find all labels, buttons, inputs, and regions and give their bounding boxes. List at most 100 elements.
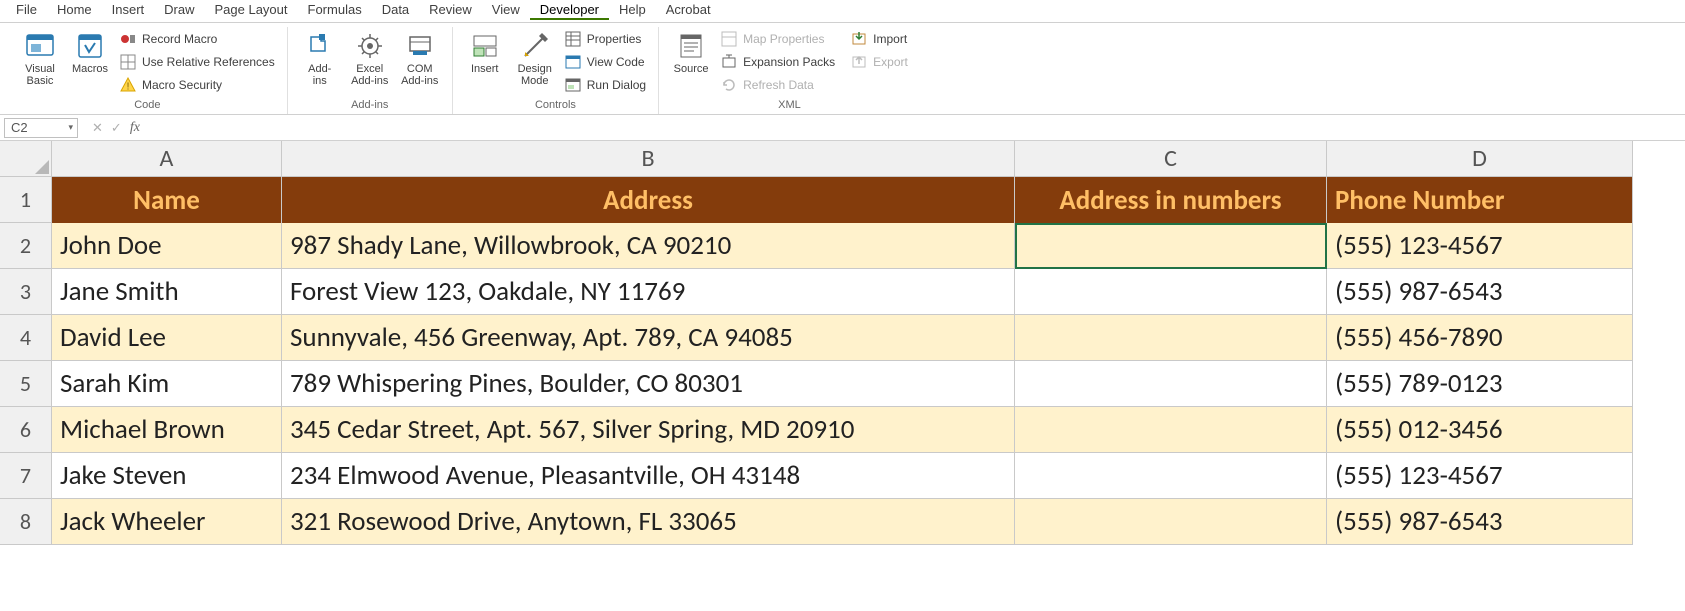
menu-help[interactable]: Help [609,0,656,20]
run-dialog-icon [565,77,581,93]
export-button[interactable]: Export [847,52,912,72]
row-header[interactable]: 1 [0,177,52,223]
cell[interactable] [1015,223,1327,269]
properties-icon [565,31,581,47]
fx-icon[interactable]: fx [130,120,140,136]
excel-addins-button[interactable]: ExcelAdd-ins [346,27,394,95]
macro-security-button[interactable]: ! Macro Security [116,75,279,95]
menu-page-layout[interactable]: Page Layout [205,0,298,20]
map-properties-label: Map Properties [743,32,824,46]
view-code-button[interactable]: View Code [561,52,650,72]
cell[interactable]: Jack Wheeler [52,499,282,545]
record-macro-button[interactable]: Record Macro [116,29,279,49]
group-caption-code: Code [16,98,279,114]
cell[interactable] [1015,315,1327,361]
cell[interactable]: Michael Brown [52,407,282,453]
com-addins-button[interactable]: COMAdd-ins [396,27,444,95]
row-header[interactable]: 2 [0,223,52,269]
cell[interactable]: Address in numbers [1015,177,1327,223]
cell[interactable]: Jake Steven [52,453,282,499]
cell[interactable]: (555) 789-0123 [1327,361,1633,407]
run-dialog-label: Run Dialog [587,78,646,92]
svg-text:!: ! [127,82,130,93]
enter-formula-icon[interactable]: ✓ [111,120,122,136]
use-relative-references-button[interactable]: Use Relative References [116,52,279,72]
menu-insert[interactable]: Insert [102,0,155,20]
name-box[interactable]: C2 ▾ [4,118,78,138]
cell[interactable] [1015,499,1327,545]
properties-label: Properties [587,32,642,46]
insert-controls-icon [470,31,500,61]
group-caption-controls: Controls [461,98,650,114]
cell[interactable]: (555) 123-4567 [1327,223,1633,269]
menu-review[interactable]: Review [419,0,482,20]
row-header[interactable]: 6 [0,407,52,453]
cell[interactable]: Name [52,177,282,223]
map-properties-icon [721,31,737,47]
cell[interactable] [1015,407,1327,453]
cell[interactable]: Address [282,177,1015,223]
design-mode-button[interactable]: DesignMode [511,27,559,95]
source-button[interactable]: Source [667,27,715,95]
cell[interactable] [1015,269,1327,315]
expansion-packs-button[interactable]: Expansion Packs [717,52,839,72]
cell[interactable]: 345 Cedar Street, Apt. 567, Silver Sprin… [282,407,1015,453]
cell[interactable] [1015,361,1327,407]
macros-button[interactable]: Macros [66,27,114,95]
menu-file[interactable]: File [6,0,47,20]
cell[interactable]: (555) 987-6543 [1327,499,1633,545]
cell[interactable]: 987 Shady Lane, Willowbrook, CA 90210 [282,223,1015,269]
cell[interactable]: 789 Whispering Pines, Boulder, CO 80301 [282,361,1015,407]
cancel-formula-icon[interactable]: ✕ [92,120,103,136]
macros-icon [75,31,105,61]
cell[interactable]: 321 Rosewood Drive, Anytown, FL 33065 [282,499,1015,545]
row-header[interactable]: 5 [0,361,52,407]
cell[interactable]: David Lee [52,315,282,361]
cell[interactable]: (555) 456-7890 [1327,315,1633,361]
cell[interactable]: (555) 987-6543 [1327,269,1633,315]
visual-basic-button[interactable]: VisualBasic [16,27,64,95]
map-properties-button[interactable]: Map Properties [717,29,839,49]
column-header-d[interactable]: D [1327,141,1633,177]
com-addins-icon [405,31,435,61]
cell[interactable]: John Doe [52,223,282,269]
menu-view[interactable]: View [482,0,530,20]
cell[interactable]: Phone Number [1327,177,1633,223]
excel-addins-label: ExcelAdd-ins [351,63,388,87]
addins-button[interactable]: Add-ins [296,27,344,95]
row-header[interactable]: 4 [0,315,52,361]
cell[interactable]: Forest View 123, Oakdale, NY 11769 [282,269,1015,315]
cell[interactable]: Jane Smith [52,269,282,315]
refresh-data-button[interactable]: Refresh Data [717,75,839,95]
menu-formulas[interactable]: Formulas [298,0,372,20]
column-header-a[interactable]: A [52,141,282,177]
cell[interactable]: (555) 012-3456 [1327,407,1633,453]
menu-developer[interactable]: Developer [530,0,609,20]
formula-input[interactable] [140,118,1685,138]
cell[interactable] [1015,453,1327,499]
menu-draw[interactable]: Draw [154,0,204,20]
run-dialog-button[interactable]: Run Dialog [561,75,650,95]
refresh-data-label: Refresh Data [743,78,814,92]
column-header-c[interactable]: C [1015,141,1327,177]
gear-icon [355,31,385,61]
select-all-corner[interactable] [0,141,52,177]
row-header[interactable]: 3 [0,269,52,315]
name-box-dropdown-icon[interactable]: ▾ [68,122,73,133]
import-icon [851,31,867,47]
cell[interactable]: Sunnyvale, 456 Greenway, Apt. 789, CA 94… [282,315,1015,361]
column-header-b[interactable]: B [282,141,1015,177]
import-button[interactable]: Import [847,29,912,49]
cell[interactable]: (555) 123-4567 [1327,453,1633,499]
row-header[interactable]: 7 [0,453,52,499]
insert-button[interactable]: Insert [461,27,509,95]
cell[interactable]: Sarah Kim [52,361,282,407]
source-icon [676,31,706,61]
spreadsheet-grid: A B C D 1 Name Address Address in number… [0,141,1685,545]
cell[interactable]: 234 Elmwood Avenue, Pleasantville, OH 43… [282,453,1015,499]
properties-button[interactable]: Properties [561,29,650,49]
row-header[interactable]: 8 [0,499,52,545]
menu-data[interactable]: Data [372,0,419,20]
menu-acrobat[interactable]: Acrobat [656,0,721,20]
menu-home[interactable]: Home [47,0,102,20]
